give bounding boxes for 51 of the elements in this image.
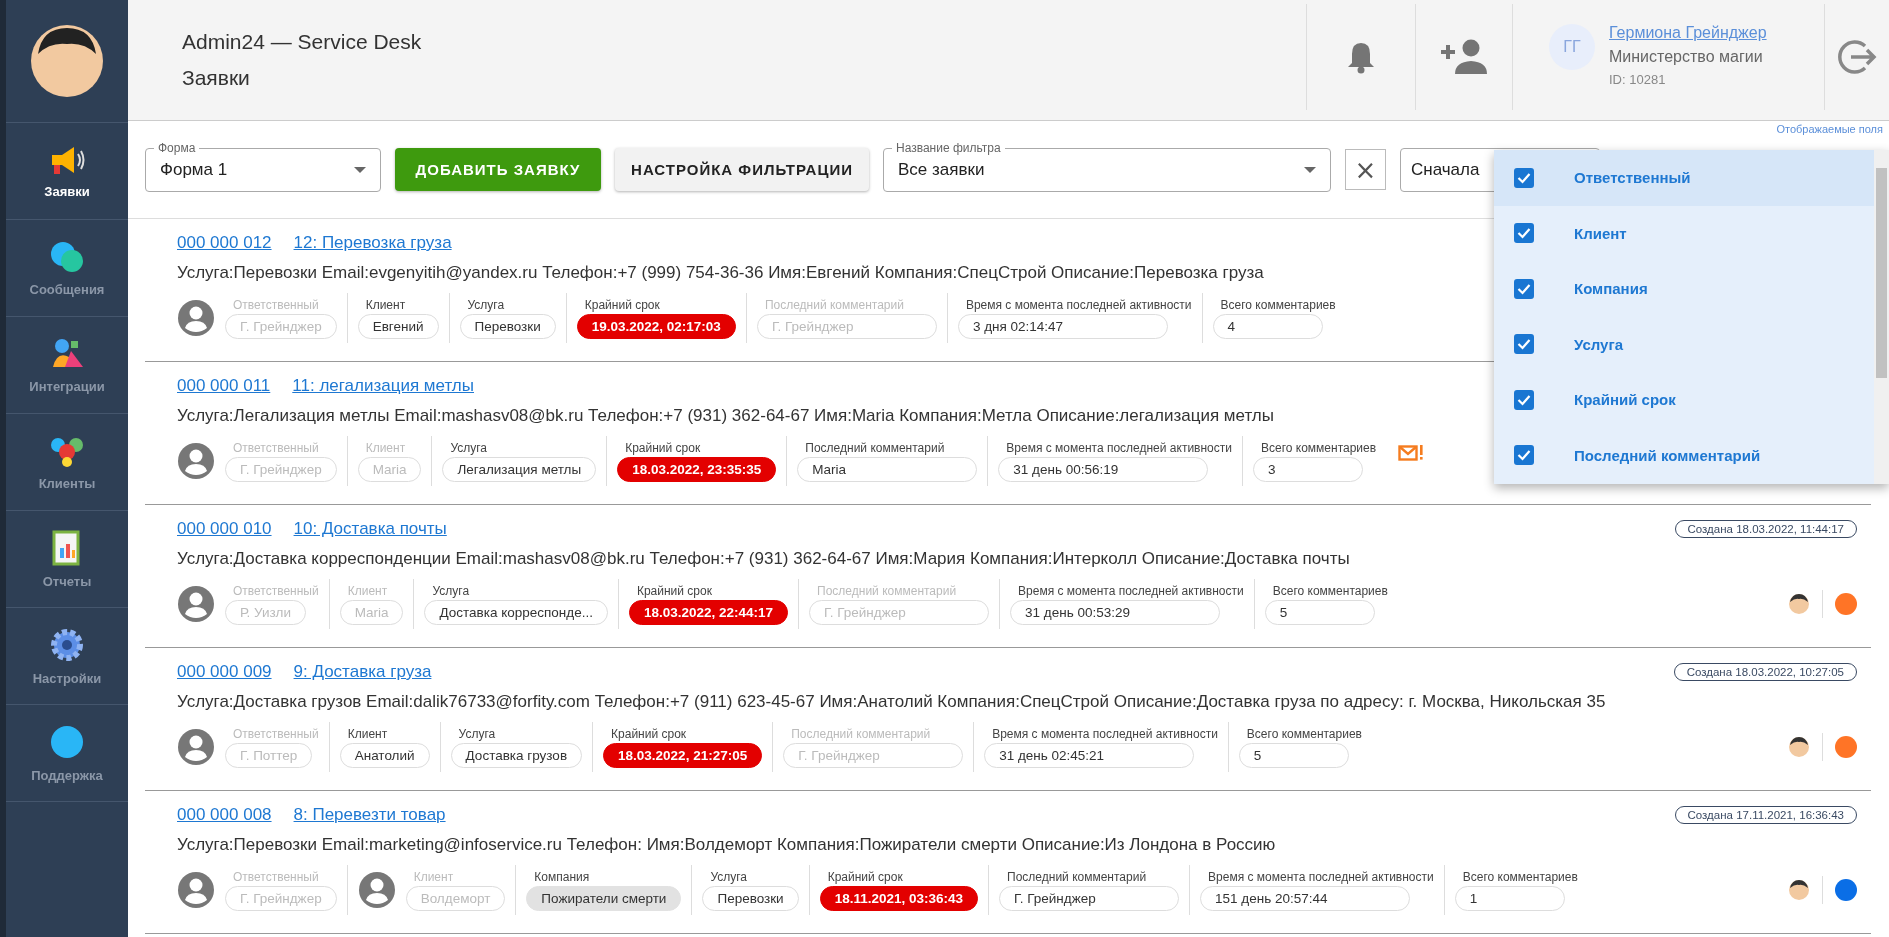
- ticket-description: Услуга:Перевозки Email:evgenyitih@yandex.ru Телефон:+7 (999) 754-36-36 Имя:Евгений Компания:СпецСтрой Описание:Перевозка груза: [177, 263, 1265, 283]
- field-label: Крайний срок: [624, 440, 701, 455]
- field-value: 18.11.2021, 03:36:43: [819, 885, 979, 911]
- page-title: Заявки: [182, 66, 251, 90]
- field-label: Услуга: [466, 297, 505, 312]
- field-value: 18.03.2022, 23:35:35: [617, 456, 777, 482]
- field-label: Время с момента последней активности: [1017, 583, 1244, 598]
- field-label: Последний комментарий: [804, 440, 945, 455]
- ticket-description: Услуга:Перевозки Email:marketing@infoservice.ru Телефон: Имя:Волдеморт Компания:Пожиратели смерти Описание:Из Лондона в Россию: [177, 835, 1277, 855]
- field-label: Всего комментариев: [1259, 440, 1377, 455]
- field-value: 18.03.2022, 21:27:05: [603, 742, 763, 768]
- field-label: Ответственный: [232, 869, 319, 884]
- field-label: Услуга: [431, 583, 470, 598]
- field-label: Всего комментариев: [1245, 726, 1362, 741]
- field-label: Последний комментарий: [763, 297, 904, 312]
- field-label: Ответственный: [232, 440, 319, 455]
- field-label: Крайний срок: [610, 726, 687, 741]
- field-label: Ответственный: [232, 297, 319, 312]
- field-value: Пожиратели смерти: [526, 885, 682, 911]
- ticket-description: Услуга:Доставка корреспонденции Email:mashasv08@bk.ru Телефон:+7 (931) 362-64-67 Имя:Мария Компания:Интерколл Описание:Доставка почты: [177, 549, 1351, 569]
- field-label: Ответственный: [232, 726, 319, 741]
- field-label: Клиент: [346, 726, 388, 741]
- field-label: Клиент: [364, 297, 406, 312]
- field-label: Последний комментарий: [1006, 869, 1147, 884]
- field-value: 19.03.2022, 02:17:03: [576, 313, 736, 339]
- field-label: Всего комментариев: [1219, 297, 1336, 312]
- field-label: Всего комментариев: [1461, 869, 1578, 884]
- field-label: Клиент: [346, 583, 388, 598]
- field-label: Время с момента последней активности: [991, 726, 1218, 741]
- app-title: Admin24 — Service Desk: [182, 30, 423, 54]
- field-label: Время с момента последней активности: [964, 297, 1192, 312]
- field-label: Услуга: [457, 726, 496, 741]
- field-label: Время с момента последней активности: [1207, 869, 1434, 884]
- field-label: Клиент: [412, 869, 454, 884]
- field-label: Ответственный: [232, 583, 319, 598]
- field-label: Клиент: [364, 440, 406, 455]
- field-label: Последний комментарий: [790, 726, 931, 741]
- field-label: Всего комментариев: [1271, 583, 1388, 598]
- field-label: Компания: [533, 869, 590, 884]
- field-label: Последний комментарий: [816, 583, 957, 598]
- field-label: Крайний срок: [635, 583, 712, 598]
- ticket-description: Услуга:Доставка грузов Email:dalik76733@forfity.com Телефон:+7 (911) 623-45-67 Имя:Анатолий Компания:СпецСтрой Описание:Доставка груза по адресу: г. Москва, Никольская 35: [177, 692, 1607, 712]
- field-label: Время с момента последней активности: [1005, 440, 1232, 455]
- user-id: ID: 10281: [1609, 72, 1667, 87]
- ticket-description: Услуга:Легализация метлы Email:mashasv08@bk.ru Телефон:+7 (931) 362-64-67 Имя:Maria Компания:Метла Описание:легализация метлы: [177, 406, 1275, 426]
- field-label: Услуга: [449, 440, 488, 455]
- user-organization: Министерство магии: [1609, 48, 1764, 66]
- field-label: Услуга: [709, 869, 748, 884]
- field-value: 18.03.2022, 22:44:17: [628, 599, 789, 625]
- field-label: Крайний срок: [826, 869, 903, 884]
- field-label: Крайний срок: [583, 297, 660, 312]
